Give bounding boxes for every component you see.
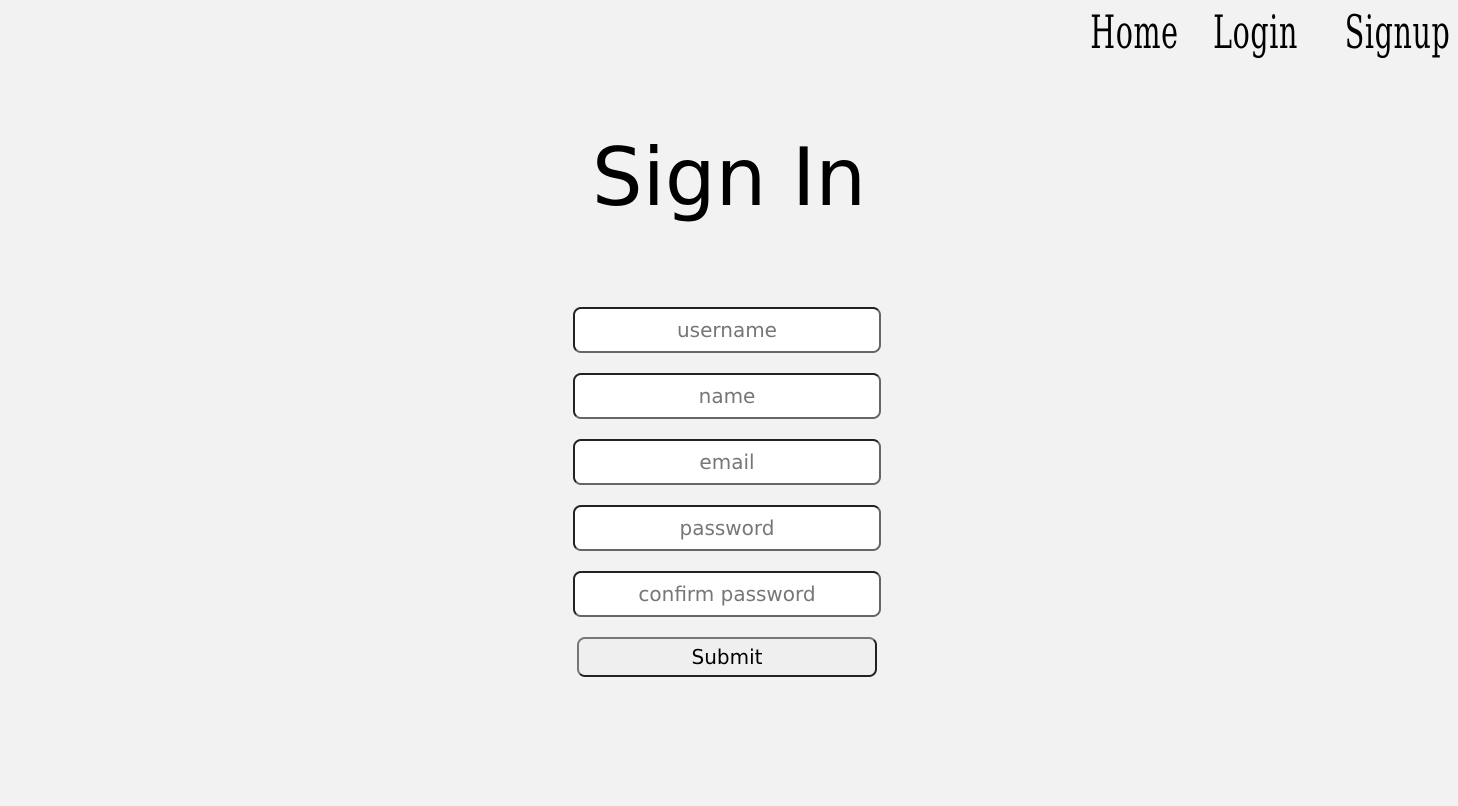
username-field[interactable] xyxy=(573,307,881,353)
page-title: Sign In xyxy=(591,131,867,224)
nav-link-signup[interactable]: Signup xyxy=(1344,2,1450,62)
confirm-password-field[interactable] xyxy=(573,571,881,617)
signin-form: Submit xyxy=(573,307,881,677)
name-field[interactable] xyxy=(573,373,881,419)
nav-link-home[interactable]: Home xyxy=(1090,2,1178,62)
submit-button[interactable]: Submit xyxy=(577,637,877,677)
nav-link-login[interactable]: Login xyxy=(1213,2,1298,62)
email-field[interactable] xyxy=(573,439,881,485)
password-field[interactable] xyxy=(573,505,881,551)
top-nav: Home Login Signup xyxy=(1076,2,1450,62)
